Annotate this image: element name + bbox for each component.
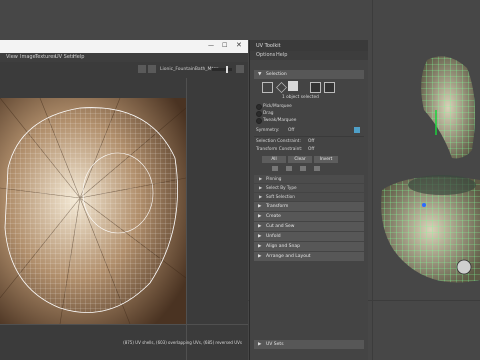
grow-selection-icon[interactable]	[272, 166, 278, 171]
section-uv-sets[interactable]: ▶ UV Sets	[254, 340, 364, 349]
transform-label: Transform	[266, 203, 289, 209]
expand-arrow-icon: ▶	[258, 223, 262, 229]
grid-icon[interactable]	[138, 65, 146, 73]
select-shell-icon[interactable]	[314, 166, 320, 171]
symmetry-dropdown[interactable]: Off	[288, 128, 294, 133]
shell-mode-icon[interactable]	[324, 82, 335, 93]
uv-editor-menubar: View Image Textures UV Sets Help	[0, 53, 248, 62]
expand-arrow-icon: ▶	[258, 213, 262, 219]
toolkit-menu-options[interactable]: Options	[256, 52, 275, 58]
pick-marquee-radio[interactable]	[256, 104, 262, 110]
invert-selection-button[interactable]: Invert	[314, 156, 338, 163]
section-selection-label: Selection	[266, 71, 287, 77]
uv-toolkit-panel: UV Toolkit Options Help ▼ Selection 1 ob…	[249, 40, 368, 360]
section-align-and-snap[interactable]: ▶ Align and Snap	[254, 242, 364, 251]
tweak-marquee-label: Tweak/Marquee	[263, 118, 297, 123]
unfold-label: Unfold	[266, 233, 281, 239]
close-icon[interactable]: ✕	[236, 41, 242, 49]
uv-grid-line	[186, 78, 187, 360]
align-and-snap-label: Align and Snap	[266, 243, 300, 249]
subsection-pinning[interactable]: ▶ Pinning	[254, 175, 364, 183]
expand-arrow-icon: ▶	[259, 176, 263, 181]
display-icon[interactable]	[236, 65, 244, 73]
section-arrange-and-layout[interactable]: ▶ Arrange and Layout	[254, 252, 364, 261]
object-mode-icon[interactable]	[262, 82, 273, 93]
subsection-soft-selection[interactable]: ▶ Soft Selection	[254, 193, 364, 201]
menu-textures[interactable]: Textures	[35, 54, 56, 60]
menu-uv-sets[interactable]: UV Sets	[55, 54, 75, 60]
uv-editor-toolbar: Lionic_FountainBath_Mtgn	[0, 62, 248, 79]
lion-fountain-model[interactable]	[372, 40, 480, 290]
expand-arrow-icon: ▼	[258, 71, 262, 77]
pinning-label: Pinning	[266, 176, 282, 181]
uv-texture-layout[interactable]	[0, 98, 186, 324]
menu-view[interactable]: View	[6, 54, 18, 60]
select-all-button[interactable]: All	[262, 156, 286, 163]
uv-editor-titlebar[interactable]: — ☐ ✕	[0, 40, 248, 53]
select-border-icon[interactable]	[300, 166, 306, 171]
cut-and-sew-label: Cut and Sew	[266, 223, 295, 229]
symmetry-options-icon[interactable]	[354, 127, 360, 133]
selection-constraint-label: Selection Constraint:	[256, 139, 301, 144]
uv-grid-line	[0, 324, 248, 325]
pick-marquee-label: Pick/Marquee	[263, 104, 292, 109]
menu-image[interactable]: Image	[20, 54, 36, 60]
face-mode-icon[interactable]	[288, 81, 298, 91]
uv-editor-window[interactable]: — ☐ ✕ View Image Textures UV Sets Help L…	[0, 40, 248, 360]
select-by-type-label: Select By Type	[266, 185, 297, 190]
section-selection[interactable]: ▼ Selection	[254, 70, 364, 79]
exposure-slider[interactable]	[212, 66, 232, 73]
soft-selection-label: Soft Selection	[266, 194, 295, 199]
toolkit-menubar: Options Help	[250, 51, 368, 60]
checker-icon[interactable]	[148, 65, 156, 73]
uv-canvas[interactable]	[0, 78, 248, 360]
shrink-selection-icon[interactable]	[286, 166, 292, 171]
arrange-and-layout-label: Arrange and Layout	[266, 253, 311, 259]
minimize-icon[interactable]: —	[208, 42, 214, 49]
toolkit-menu-help[interactable]: Help	[276, 52, 287, 58]
subsection-select-by-type[interactable]: ▶ Select By Type	[254, 184, 364, 192]
uv-status-bar: (875) UV shells, (603) overlapping UVs, …	[123, 340, 242, 345]
uv-set-dropdown[interactable]: Lionic_FountainBath_Mtgn	[160, 67, 219, 72]
create-label: Create	[266, 213, 281, 219]
vertex-mode-icon[interactable]	[276, 82, 287, 93]
expand-arrow-icon: ▶	[258, 203, 262, 209]
expand-arrow-icon: ▶	[258, 233, 262, 239]
tweak-marquee-radio[interactable]	[256, 118, 262, 124]
menu-help[interactable]: Help	[73, 54, 84, 60]
expand-arrow-icon: ▶	[259, 185, 263, 190]
transform-constraint-label: Transform Constraint:	[256, 147, 303, 152]
expand-arrow-icon: ▶	[259, 194, 263, 199]
section-create[interactable]: ▶ Create	[254, 212, 364, 221]
clear-selection-button[interactable]: Clear	[288, 156, 312, 163]
symmetry-label: Symmetry:	[256, 128, 280, 133]
section-unfold[interactable]: ▶ Unfold	[254, 232, 364, 241]
transform-constraint-dropdown[interactable]: Off	[308, 147, 314, 152]
drag-radio[interactable]	[256, 111, 262, 117]
uv-sets-label: UV Sets	[266, 341, 284, 347]
expand-arrow-icon: ▶	[258, 253, 262, 259]
divider	[254, 136, 364, 137]
selection-constraint-dropdown[interactable]: Off	[308, 139, 314, 144]
toolkit-titlebar: UV Toolkit	[250, 40, 368, 51]
expand-arrow-icon: ▶	[258, 341, 262, 347]
section-transform[interactable]: ▶ Transform	[254, 202, 364, 211]
drag-label: Drag	[263, 111, 274, 116]
expand-arrow-icon: ▶	[258, 243, 262, 249]
selection-tools-row	[262, 166, 338, 172]
selected-count: 1 object selected	[282, 95, 319, 100]
toolkit-title: UV Toolkit	[256, 43, 281, 49]
section-cut-and-sew[interactable]: ▶ Cut and Sew	[254, 222, 364, 231]
uv-mode-icon[interactable]	[310, 82, 321, 93]
maximize-icon[interactable]: ☐	[222, 42, 227, 49]
